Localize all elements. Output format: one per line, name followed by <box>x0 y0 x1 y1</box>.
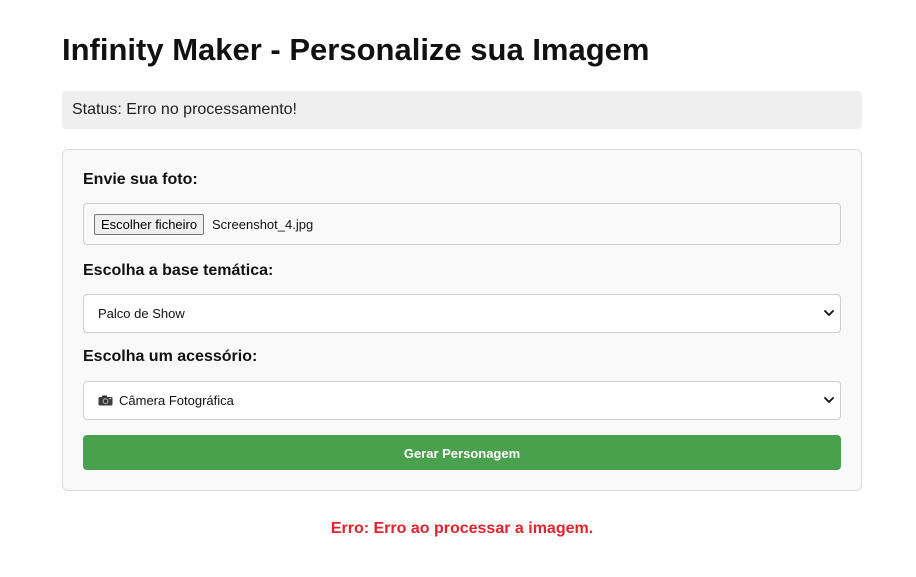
chevron-down-icon <box>824 310 834 316</box>
choose-file-button[interactable]: Escolher ficheiro <box>94 214 205 235</box>
accessory-selected-value: Câmera Fotográfica <box>119 393 234 408</box>
accessory-label: Escolha um acessório: <box>83 348 258 365</box>
theme-select[interactable]: Palco de Show <box>83 294 841 333</box>
chevron-down-icon <box>824 397 834 403</box>
accessory-select[interactable]: Câmera Fotográfica <box>83 381 841 420</box>
page-title: Infinity Maker - Personalize sua Imagem <box>62 32 650 67</box>
camera-icon <box>98 395 113 406</box>
theme-label: Escolha a base temática: <box>83 262 274 279</box>
upload-form: Envie sua foto: Escolher ficheiro Screen… <box>62 149 862 491</box>
error-message: Erro: Erro ao processar a imagem. <box>330 520 594 537</box>
file-input-field[interactable]: Escolher ficheiro Screenshot_4.jpg <box>83 203 841 245</box>
status-bar: Status: Erro no processamento! <box>62 91 862 129</box>
photo-label: Envie sua foto: <box>83 171 198 188</box>
accessory-selected-option: Câmera Fotográfica <box>98 382 234 419</box>
theme-selected-value: Palco de Show <box>98 306 185 321</box>
status-text: Status: Erro no processamento! <box>72 101 297 118</box>
generate-character-button[interactable]: Gerar Personagem <box>83 435 841 470</box>
selected-file-name: Screenshot_4.jpg <box>212 217 314 232</box>
